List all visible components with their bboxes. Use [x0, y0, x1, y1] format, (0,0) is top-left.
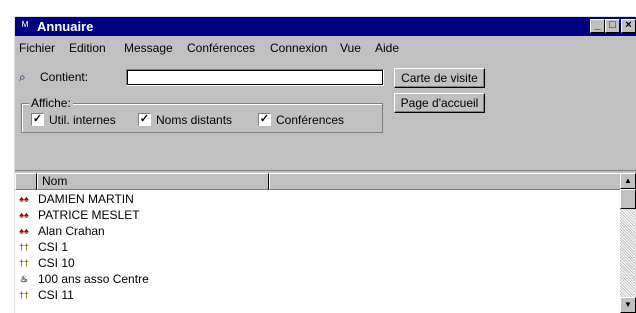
list-item[interactable]: †† CSI 10 — [15, 255, 605, 271]
internal-users-checkbox[interactable]: ✓ — [31, 113, 44, 126]
column-header-extra[interactable] — [269, 173, 621, 190]
close-button[interactable]: × — [621, 19, 636, 33]
remote-names-label: Noms distants — [156, 113, 233, 127]
menu-connexion[interactable]: Connexion — [270, 41, 327, 55]
directory-list[interactable]: Nom ♠♠ DAMIEN MARTIN ♠♠ PATRICE MESLET ♠♠ Ala… — [15, 173, 636, 313]
search-input[interactable] — [126, 69, 384, 86]
conferences-checkbox[interactable]: ✓ — [258, 113, 271, 126]
title-bar[interactable]: ᴹ Annuaire _ □ × — [15, 17, 636, 36]
list-item[interactable]: †† CSI 11 — [15, 287, 605, 303]
list-item-name: Alan Crahan — [38, 224, 105, 238]
menu-message[interactable]: Message — [124, 41, 173, 55]
list-item[interactable]: ♠♠ DAMIEN MARTIN — [15, 191, 605, 207]
home-page-button[interactable]: Page d'accueil — [394, 93, 485, 113]
app-icon: ᴹ — [21, 19, 29, 33]
menu-fichier[interactable]: Fichier — [19, 41, 55, 55]
conferences-label: Conférences — [276, 113, 345, 127]
scroll-up-button[interactable]: ▲ — [620, 173, 636, 189]
list-item-name: CSI 1 — [38, 240, 69, 254]
search-icon: ⌕ — [19, 70, 26, 84]
remote-names-checkbox[interactable]: ✓ — [138, 113, 151, 126]
list-item[interactable]: ♠♠ PATRICE MESLET — [15, 207, 605, 223]
menu-conferences[interactable]: Conférences — [187, 41, 255, 55]
menu-edition[interactable]: Edition — [69, 41, 106, 55]
maximize-button[interactable]: □ — [605, 19, 620, 33]
annuaire-window: ᴹ Annuaire _ □ × Fichier Edition Message… — [14, 16, 636, 313]
display-legend: Affiche: — [29, 96, 73, 110]
list-item-name: PATRICE MESLET — [38, 208, 140, 222]
list-item-name: CSI 11 — [38, 288, 74, 302]
scroll-down-button[interactable]: ▼ — [620, 297, 636, 313]
window-title: Annuaire — [37, 19, 94, 34]
list-item-name: DAMIEN MARTIN — [38, 192, 134, 206]
list-item[interactable]: ♨ 100 ans asso Centre — [15, 271, 605, 287]
users-group-icon: ♠♠ — [19, 226, 29, 236]
internal-users-label: Util. internes — [49, 113, 116, 127]
menu-bar: Fichier Edition Message Conférences Conn… — [15, 38, 636, 58]
list-item[interactable]: †† CSI 1 — [15, 239, 605, 255]
menu-vue[interactable]: Vue — [340, 41, 361, 55]
minimize-button[interactable]: _ — [590, 19, 605, 33]
scroll-thumb[interactable] — [620, 189, 636, 209]
list-item[interactable]: ♠♠ Alan Crahan — [15, 223, 605, 239]
user-pair-icon: †† — [18, 258, 29, 268]
column-header-name[interactable]: Nom — [37, 173, 269, 190]
contains-label: Contient: — [40, 70, 89, 84]
users-group-icon: ♠♠ — [19, 194, 29, 204]
business-card-button[interactable]: Carte de visite — [394, 68, 485, 88]
user-pair-icon: †† — [18, 242, 29, 252]
users-group-icon: ♠♠ — [19, 210, 29, 220]
vertical-scrollbar[interactable]: ▲ ▼ — [620, 173, 636, 313]
list-item-name: 100 ans asso Centre — [38, 272, 149, 286]
list-item-name: CSI 10 — [38, 256, 75, 270]
conference-icon: ♨ — [19, 274, 29, 284]
menu-aide[interactable]: Aide — [375, 41, 399, 55]
user-pair-icon: †† — [18, 290, 29, 300]
column-header-icon[interactable] — [15, 173, 37, 190]
